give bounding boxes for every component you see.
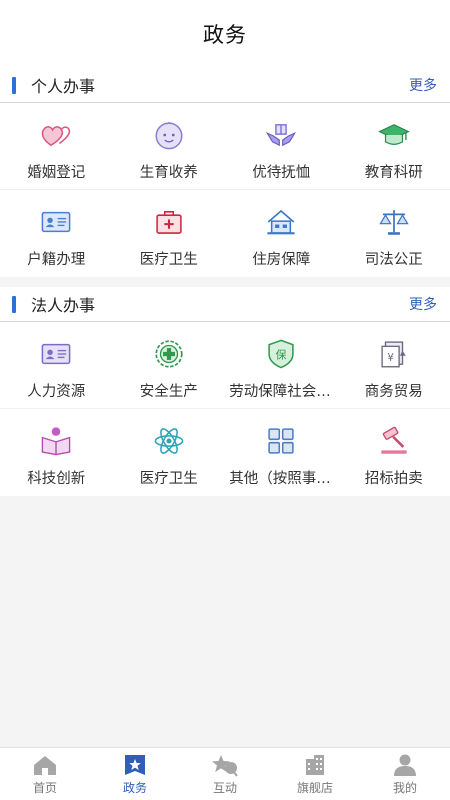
section-accent-bar (12, 76, 16, 94)
service-bidding-auction[interactable]: 招标拍卖 (338, 409, 450, 496)
reading-person-icon (38, 423, 74, 459)
scales-icon (376, 204, 412, 240)
atom-icon (151, 423, 187, 459)
grid-icon (263, 423, 299, 459)
bottom-tab-bar: 首页 政务 互动 旗舰店 我的 (0, 747, 450, 800)
tab-label: 互动 (212, 780, 237, 795)
star-chat-icon (212, 754, 238, 777)
person-icon (394, 754, 416, 776)
baby-face-icon (151, 117, 187, 153)
service-judicial-fairness[interactable]: 司法公正 (338, 190, 450, 277)
service-safety-production[interactable]: 安全生产 (112, 322, 225, 409)
service-medical-health[interactable]: 医疗卫生 (113, 190, 226, 277)
service-label: 生育收养 (139, 165, 198, 181)
tab-mine[interactable]: 我的 (360, 748, 450, 800)
section-title: 法人办事 (31, 296, 96, 315)
personal-more-link[interactable]: 更多 (409, 75, 437, 95)
safety-cross-icon (151, 336, 187, 372)
document-yen-icon: ¥ (376, 336, 412, 372)
service-label: 医疗卫生 (139, 252, 198, 268)
tab-label: 旗舰店 (296, 780, 333, 795)
id-card-icon (38, 336, 74, 372)
service-labor-social-insurance[interactable]: 保 劳动保障社会保险 (225, 322, 338, 409)
legal-section-header: 法人办事 更多 (0, 287, 450, 322)
service-label: 优待抚恤 (252, 165, 311, 181)
home-icon (34, 755, 56, 775)
svg-text:¥: ¥ (387, 353, 394, 364)
service-label: 商务贸易 (364, 384, 423, 400)
service-label: 安全生产 (139, 384, 198, 400)
section-title: 个人办事 (31, 77, 96, 96)
service-label: 教育科研 (364, 165, 423, 181)
service-label: 劳动保障社会保险 (229, 384, 333, 400)
service-others[interactable]: 其他（按照事项分类） (225, 409, 338, 496)
tab-interaction[interactable]: 互动 (180, 748, 270, 800)
service-label: 婚姻登记 (27, 165, 86, 181)
section-accent-bar (12, 295, 16, 313)
service-human-resources[interactable]: 人力资源 (0, 322, 113, 409)
service-tech-innovation[interactable]: 科技创新 (0, 409, 113, 496)
building-icon (306, 754, 324, 775)
personal-section-header: 个人办事 更多 (0, 68, 450, 103)
id-card-icon (38, 204, 74, 240)
service-label: 医疗卫生 (139, 471, 198, 487)
auction-hammer-icon (376, 423, 412, 459)
service-label: 科技创新 (27, 471, 86, 487)
medical-kit-icon (151, 204, 187, 240)
service-education-research[interactable]: 教育科研 (337, 103, 450, 190)
service-household-registration[interactable]: 户籍办理 (0, 190, 113, 277)
service-birth-adoption[interactable]: 生育收养 (112, 103, 225, 190)
svg-text:保: 保 (276, 347, 287, 361)
legal-more-link[interactable]: 更多 (409, 294, 437, 314)
service-label: 户籍办理 (27, 252, 86, 268)
legal-affairs-section: 法人办事 更多 人力资源 安全生产 保 劳动保障社会保险 ¥ 商务贸易 (0, 287, 450, 496)
top-header: 政务 (0, 0, 450, 68)
tab-government-affairs[interactable]: 政务 (90, 748, 180, 800)
star-badge-icon (125, 754, 145, 775)
tab-flagship-store[interactable]: 旗舰店 (270, 748, 360, 800)
tab-home[interactable]: 首页 (0, 748, 90, 800)
graduation-cap-icon (376, 117, 412, 153)
service-housing-security[interactable]: 住房保障 (225, 190, 338, 277)
hearts-icon (38, 117, 74, 153)
hands-gift-icon (263, 117, 299, 153)
tab-label: 政务 (122, 780, 147, 795)
tab-label: 我的 (392, 780, 417, 795)
service-commerce-trade[interactable]: ¥ 商务贸易 (337, 322, 450, 409)
house-icon (263, 204, 299, 240)
service-label: 其他（按照事项分类） (229, 471, 333, 487)
service-label: 司法公正 (364, 252, 423, 268)
service-marriage-registration[interactable]: 婚姻登记 (0, 103, 113, 190)
tab-label: 首页 (32, 780, 57, 795)
service-medical-health-legal[interactable]: 医疗卫生 (113, 409, 226, 496)
page-title: 政务 (203, 23, 247, 47)
service-preferential-care[interactable]: 优待抚恤 (225, 103, 338, 190)
shield-bao-icon: 保 (263, 336, 299, 372)
service-label: 招标拍卖 (364, 471, 423, 487)
personal-affairs-section: 个人办事 更多 婚姻登记 生育收养 优待抚恤 教育科研 户籍办理 医疗卫生 住房… (0, 68, 450, 277)
service-label: 住房保障 (252, 252, 311, 268)
service-label: 人力资源 (27, 384, 86, 400)
